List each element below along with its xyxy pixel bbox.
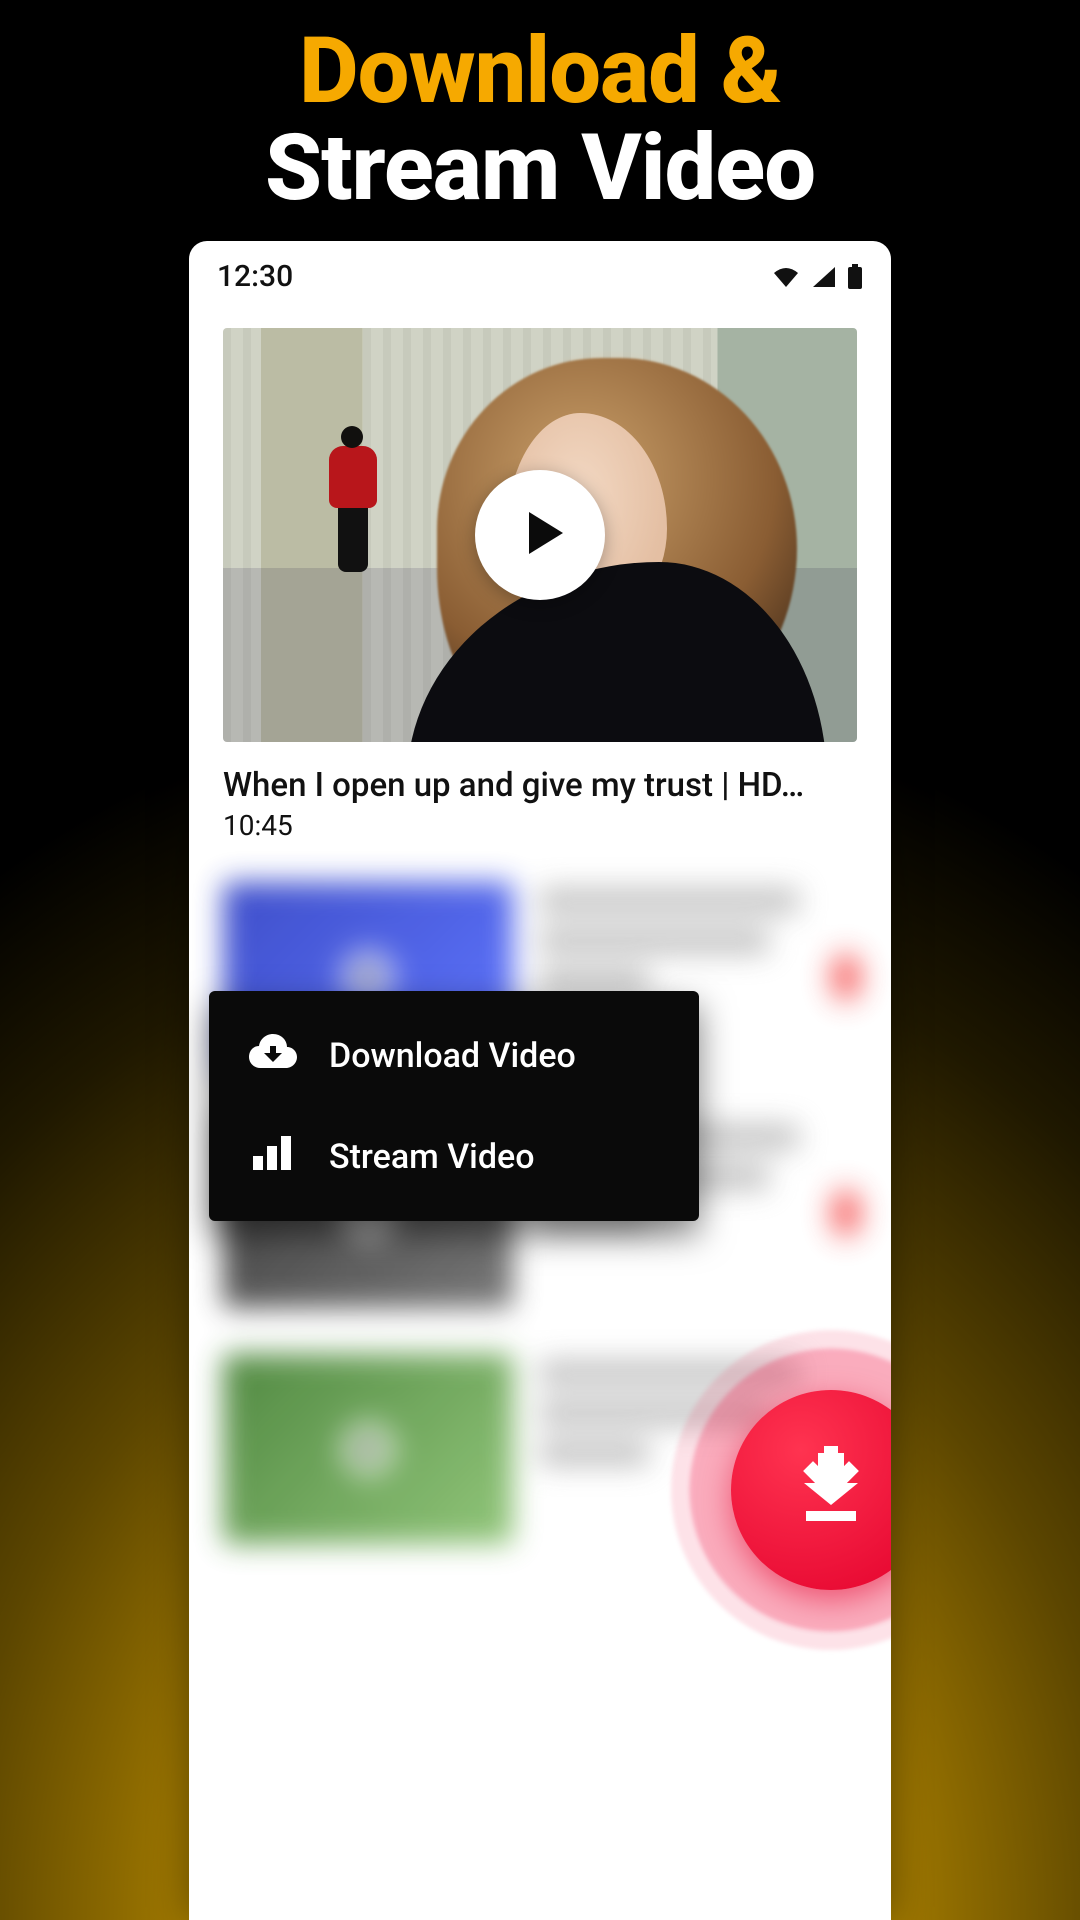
promo-headline: Download & Stream Video	[265, 24, 815, 217]
wifi-icon	[771, 265, 801, 289]
phone-screenshot: 12:30 When I open up and gi	[189, 241, 891, 1920]
play-icon	[511, 508, 569, 562]
download-video-option[interactable]: Download Video	[209, 1005, 699, 1106]
cloud-download-icon	[249, 1031, 297, 1080]
download-video-label: Download Video	[329, 1036, 576, 1076]
action-popup: Download Video Stream Video	[209, 991, 699, 1221]
headline-line-1: Download &	[265, 24, 815, 121]
status-bar: 12:30	[189, 241, 891, 302]
battery-icon	[847, 264, 863, 290]
headline-line-2: Stream Video	[265, 121, 815, 218]
status-time: 12:30	[217, 259, 293, 294]
featured-video-thumbnail[interactable]	[223, 328, 857, 742]
stream-video-option[interactable]: Stream Video	[209, 1106, 699, 1207]
featured-video-duration: 10:45	[223, 809, 857, 842]
play-button[interactable]	[475, 470, 605, 600]
bars-stream-icon	[249, 1132, 297, 1181]
cell-signal-icon	[811, 265, 837, 289]
download-arrow-icon	[788, 1445, 874, 1535]
download-fab[interactable]	[731, 1390, 891, 1590]
featured-video-title: When I open up and give my trust | HD…	[223, 766, 857, 805]
stream-video-label: Stream Video	[329, 1137, 535, 1177]
